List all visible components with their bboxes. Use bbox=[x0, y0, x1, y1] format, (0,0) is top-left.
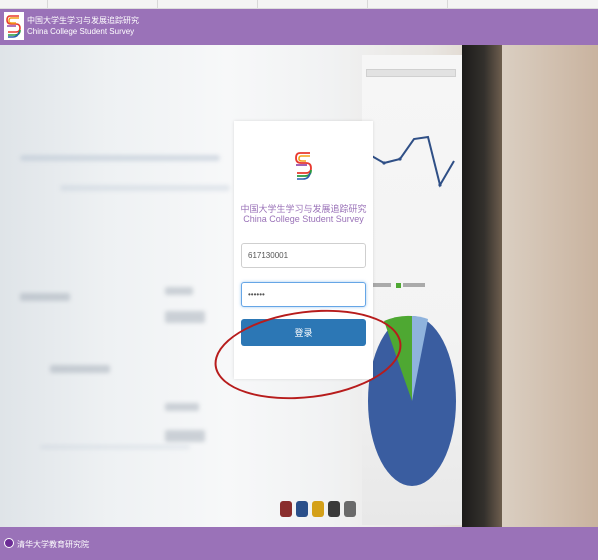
legend-swatch bbox=[396, 283, 401, 288]
monitor-screen bbox=[362, 55, 462, 525]
browser-top-strip bbox=[0, 0, 598, 9]
username-input[interactable] bbox=[241, 243, 366, 268]
site-header: 中国大学生学习与发展追踪研究 China College Student Sur… bbox=[0, 9, 598, 45]
top-strip-segment bbox=[368, 0, 448, 8]
site-footer: 清华大学教育研究院 bbox=[0, 527, 598, 560]
dock-app-icon bbox=[312, 501, 324, 517]
dock-app-icon bbox=[328, 501, 340, 517]
legend-label bbox=[403, 283, 425, 287]
monitor-toolbar bbox=[366, 69, 456, 77]
footer-org: 清华大学教育研究院 bbox=[17, 540, 89, 549]
ccss-logo-icon bbox=[4, 12, 24, 40]
blurred-text bbox=[165, 287, 193, 295]
monitor-pie-chart bbox=[368, 315, 456, 486]
blurred-chart-line bbox=[40, 445, 190, 449]
top-strip-segment bbox=[48, 0, 158, 8]
blurred-text bbox=[165, 403, 199, 411]
login-title-en: China College Student Survey bbox=[243, 214, 364, 224]
login-card: 中国大学生学习与发展追踪研究 China College Student Sur… bbox=[234, 121, 373, 379]
login-button[interactable]: 登录 bbox=[241, 319, 366, 346]
dock-app-icon bbox=[296, 501, 308, 517]
top-strip-segment bbox=[0, 0, 48, 8]
blurred-text bbox=[165, 430, 205, 442]
dock-app-icon bbox=[280, 501, 292, 517]
blurred-chart-line bbox=[60, 185, 230, 191]
blurred-text bbox=[165, 311, 205, 323]
password-input[interactable] bbox=[241, 282, 366, 307]
header-title-cn: 中国大学生学习与发展追踪研究 bbox=[27, 16, 139, 25]
university-seal-icon bbox=[4, 538, 14, 548]
monitor-line-chart bbox=[369, 135, 455, 188]
blurred-chart-line bbox=[20, 155, 220, 161]
ccss-logo-icon bbox=[295, 152, 312, 180]
blurred-text bbox=[20, 293, 70, 301]
header-title-en: China College Student Survey bbox=[27, 27, 135, 36]
top-strip-segment bbox=[258, 0, 368, 8]
top-strip-segment bbox=[158, 0, 258, 8]
desktop-dock bbox=[252, 493, 372, 523]
blurred-text bbox=[50, 365, 110, 373]
legend-label bbox=[373, 283, 391, 287]
monitor-bezel bbox=[462, 45, 502, 527]
dock-app-icon bbox=[344, 501, 356, 517]
